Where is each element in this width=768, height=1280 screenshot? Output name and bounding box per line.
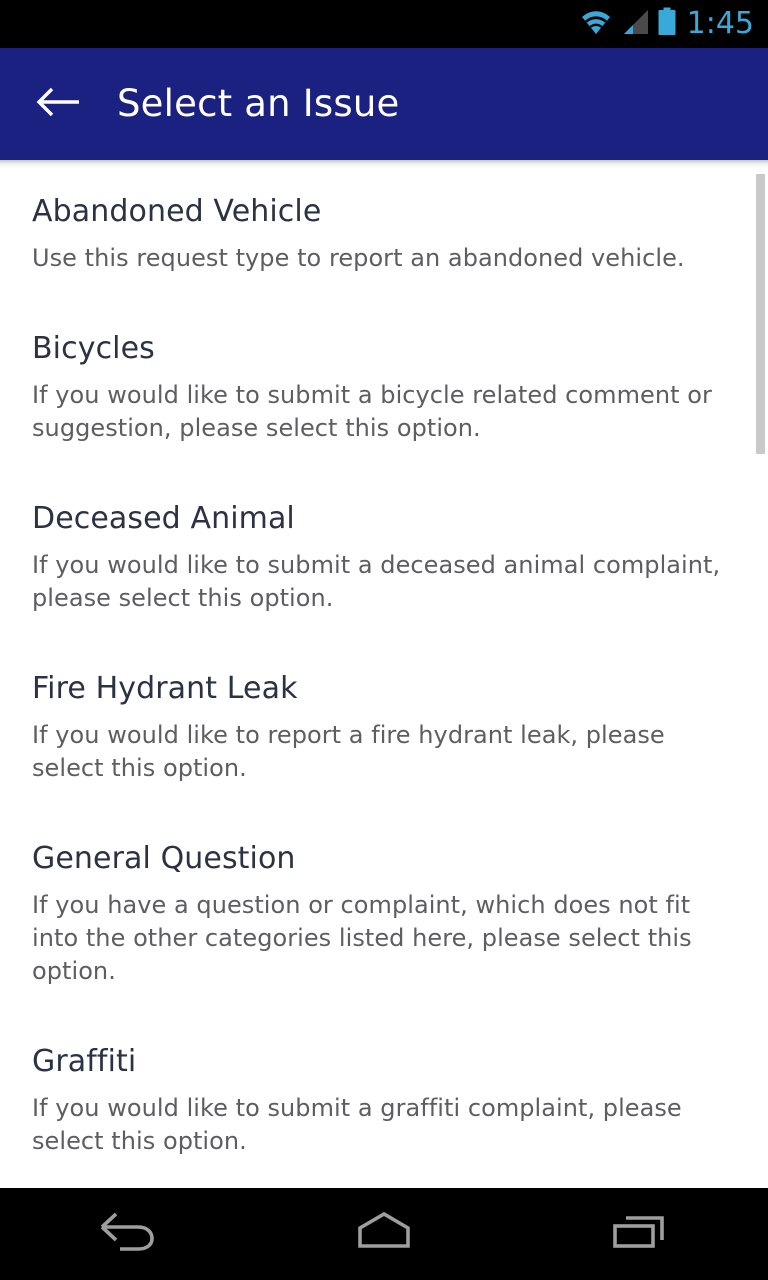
app-bar: Select an Issue — [0, 48, 768, 160]
list-item-title: Abandoned Vehicle — [32, 194, 322, 229]
nav-back-button[interactable] — [48, 1188, 208, 1280]
list-item[interactable]: Abandoned Vehicle Use this request type t… — [0, 194, 768, 275]
issue-list: Abandoned Vehicle Use this request type t… — [0, 170, 768, 1158]
list-item[interactable]: Deceased Animal If you would like to subm… — [0, 501, 768, 615]
list-item-description: Use this request type to report an aband… — [32, 244, 685, 272]
wifi-icon — [579, 8, 613, 40]
list-item[interactable]: Fire Hydrant Leak If you would like to re… — [0, 671, 768, 785]
android-navigation-bar — [0, 1188, 768, 1280]
arrow-left-icon — [34, 85, 80, 123]
list-item[interactable]: Graffiti If you would like to submit a gr… — [0, 1044, 768, 1158]
list-item[interactable]: General Question If you have a question o… — [0, 841, 768, 988]
list-item-description: If you would like to submit a graffiti c… — [32, 1094, 682, 1155]
list-item-title: General Question — [32, 841, 296, 876]
home-icon — [354, 1208, 414, 1260]
issue-list-scroll-area[interactable]: Abandoned Vehicle Use this request type t… — [0, 170, 768, 1188]
back-arrow-icon — [96, 1208, 160, 1260]
cellular-signal-icon — [620, 8, 650, 40]
list-item-title: Deceased Animal — [32, 501, 295, 536]
recents-icon — [610, 1208, 670, 1260]
list-item-title: Graffiti — [32, 1044, 137, 1079]
page-title: Select an Issue — [117, 82, 400, 125]
list-item-description: If you have a question or complaint, whi… — [32, 891, 692, 985]
back-button[interactable] — [34, 80, 82, 128]
list-item-description: If you would like to submit a bicycle re… — [32, 381, 712, 442]
list-item-description: If you would like to report a fire hydra… — [32, 721, 665, 782]
list-item-title: Fire Hydrant Leak — [32, 671, 298, 706]
app-bar-shadow — [0, 160, 768, 170]
list-item[interactable]: Bicycles If you would like to submit a bi… — [0, 331, 768, 445]
nav-recents-button[interactable] — [560, 1188, 720, 1280]
status-icons — [579, 7, 677, 41]
list-item-description: If you would like to submit a deceased a… — [32, 551, 721, 612]
phone-screen: 1:45 Select an Issue Abandoned Vehicle Us… — [0, 0, 768, 1280]
status-bar: 1:45 — [0, 0, 768, 48]
list-item-title: Bicycles — [32, 331, 155, 366]
status-bar-clock: 1:45 — [686, 6, 754, 41]
nav-home-button[interactable] — [304, 1188, 464, 1280]
battery-icon — [657, 7, 677, 41]
